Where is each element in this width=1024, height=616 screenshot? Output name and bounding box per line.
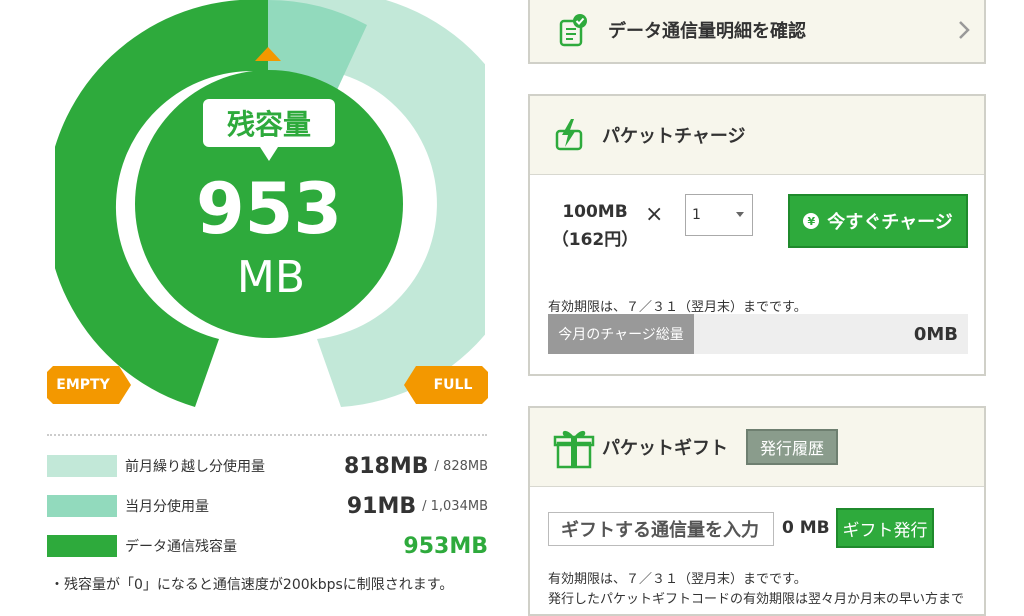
legend-swatch-remaining	[47, 535, 117, 557]
packet-gift-panel: パケットギフト 発行履歴 ギフトする通信量を入力 0 MB ギフト発行 有効期限…	[528, 406, 986, 616]
document-check-icon	[558, 13, 588, 47]
remaining-unit: MB	[237, 252, 305, 303]
gift-validity: 有効期限は、７／３１（翌月末）までです。	[548, 572, 807, 587]
legend-value: 953MB	[403, 533, 488, 559]
details-link-label: データ通信量明細を確認	[608, 21, 806, 42]
legend-swatch-current	[47, 495, 117, 517]
charge-now-label: 今すぐチャージ	[827, 212, 953, 233]
charge-title: パケットチャージ	[602, 126, 746, 147]
monthly-charge-total: 今月のチャージ総量 0MB	[548, 314, 968, 354]
lightning-charge-icon	[554, 117, 584, 153]
legend-total: / 1,034MB	[422, 498, 488, 514]
chevron-right-icon	[958, 20, 970, 44]
charge-price: （162円）	[551, 230, 639, 250]
charge-validity: 有効期限は、７／３１（翌月末）までです。	[548, 300, 807, 315]
usage-summary: 残容量 953 MB EMPTY FULL 前月繰り越し分使用量 818MB /…	[0, 0, 510, 600]
gift-title: パケットギフト	[602, 438, 728, 459]
legend-label: 前月繰り越し分使用量	[125, 459, 265, 475]
quantity-value: 1	[692, 207, 701, 223]
monthly-charge-value: 0MB	[913, 323, 958, 345]
empty-tag: EMPTY	[47, 366, 131, 404]
gift-unit-value: 0 MB	[782, 518, 830, 538]
remaining-value: 953	[196, 168, 342, 250]
issue-gift-button[interactable]: ギフト発行	[836, 508, 934, 548]
legend-total: / 828MB	[434, 458, 488, 474]
gift-note: 発行したパケットギフトコードの有効期限は翌々月か月末の早い方まで	[548, 592, 965, 607]
speed-limit-notice: ・残容量が「0」になると通信速度が200kbpsに制限されます。	[50, 577, 454, 593]
packet-charge-panel: パケットチャージ 100MB （162円） × 1 ¥ 今すぐチャージ 有効期限…	[528, 94, 986, 376]
divider	[47, 434, 487, 436]
legend-carryover: 前月繰り越し分使用量 818MB / 828MB	[47, 453, 488, 479]
legend-value: 91MB	[346, 493, 417, 519]
gift-amount-input[interactable]: ギフトする通信量を入力	[548, 512, 774, 546]
remaining-capacity-gauge: 残容量 953 MB	[55, 0, 485, 407]
legend-value: 818MB	[343, 453, 429, 479]
yen-icon: ¥	[803, 213, 820, 229]
full-tag: FULL	[404, 366, 488, 404]
quantity-select[interactable]: 1	[685, 194, 753, 236]
charge-size-value: 100MB	[562, 202, 628, 222]
legend-label: 当月分使用量	[125, 499, 209, 515]
multiply-sign: ×	[645, 202, 664, 227]
gift-box-icon	[552, 425, 596, 469]
charge-size: 100MB （162円）	[550, 198, 640, 254]
charge-now-button[interactable]: ¥ 今すぐチャージ	[788, 194, 968, 248]
remaining-label: 残容量	[227, 108, 311, 141]
usage-details-link[interactable]: データ通信量明細を確認	[528, 0, 986, 64]
legend-remaining: データ通信残容量 953MB	[47, 533, 488, 559]
monthly-charge-label: 今月のチャージ総量	[548, 314, 694, 354]
issue-history-button[interactable]: 発行履歴	[746, 429, 839, 465]
legend-label: データ通信残容量	[125, 539, 237, 555]
legend-current: 当月分使用量 91MB / 1,034MB	[47, 493, 488, 519]
chevron-down-icon	[736, 212, 744, 217]
legend-swatch-carryover	[47, 455, 117, 477]
